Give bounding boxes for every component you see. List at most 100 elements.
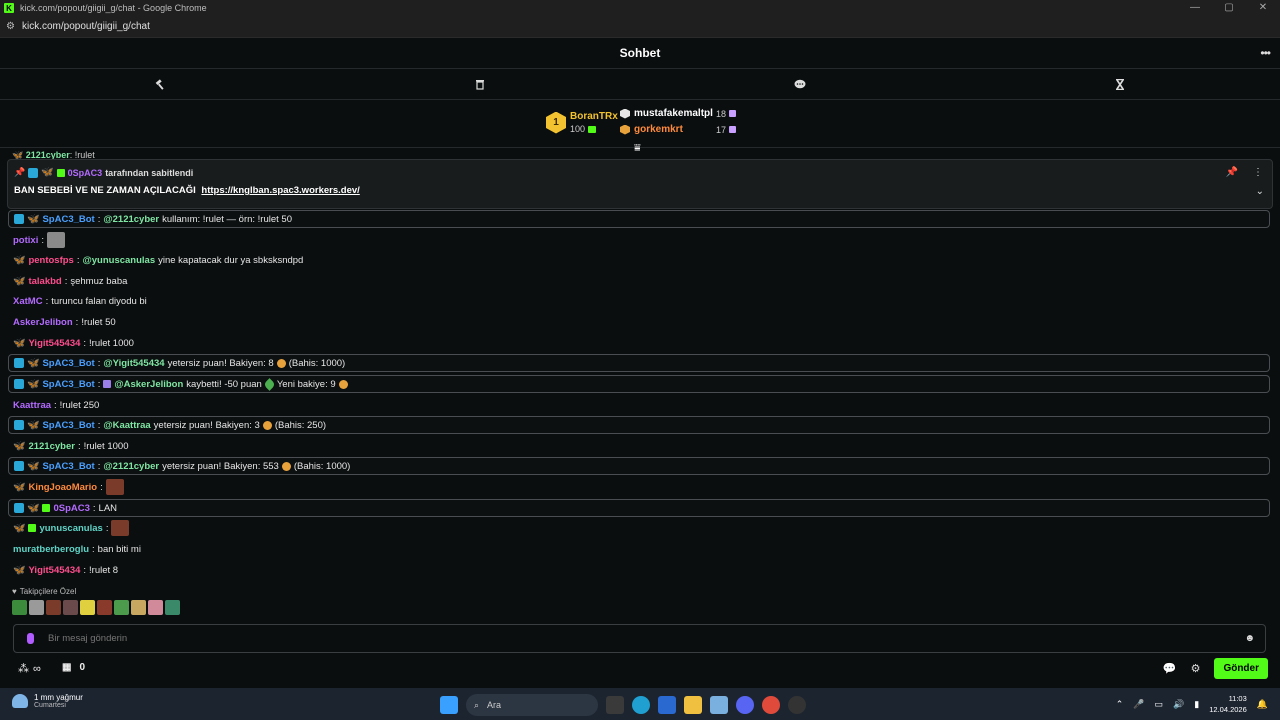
windows-start-icon[interactable] <box>440 696 458 714</box>
message-user[interactable]: Kaattraa <box>13 400 51 411</box>
chat-message[interactable]: potixi: <box>8 231 1270 249</box>
file-explorer-icon[interactable] <box>684 696 702 714</box>
emote-icon[interactable] <box>165 600 180 615</box>
chat-message[interactable]: AskerJelibon: !rulet 50 <box>8 313 1270 331</box>
trash-button[interactable] <box>320 69 640 99</box>
hammer-button[interactable] <box>0 69 320 99</box>
send-button[interactable]: Gönder <box>1214 658 1268 679</box>
chrome-icon[interactable] <box>762 696 780 714</box>
message-user[interactable]: potixi <box>13 235 38 246</box>
notification-icon[interactable]: 🔔 <box>1257 699 1268 710</box>
chat-message[interactable]: 🦋 Yigit545434: !rulet 1000 <box>8 334 1270 352</box>
message-mention[interactable]: @Kaattraa <box>103 420 150 431</box>
close-button[interactable]: ✕ <box>1246 0 1280 16</box>
microphone-tray-icon[interactable]: 🎤 <box>1133 699 1144 710</box>
chat-message[interactable]: muratberberoglu: ban biti mi <box>8 540 1270 558</box>
message-user[interactable]: SpAC3_Bot <box>42 461 94 472</box>
message-user[interactable]: SpAC3_Bot <box>42 214 94 225</box>
chat-message[interactable]: Kaattraa: !rulet 250 <box>8 396 1270 414</box>
maximize-button[interactable]: ▢ <box>1212 0 1246 16</box>
message-input-box[interactable]: ☻ <box>13 624 1266 653</box>
message-user[interactable]: SpAC3_Bot <box>42 358 94 369</box>
store-indicator[interactable]: ▦ 0 <box>62 662 85 673</box>
microphone-icon[interactable] <box>27 633 34 644</box>
message-mention[interactable]: @2121cyber <box>103 214 159 225</box>
task-view-icon[interactable] <box>606 696 624 714</box>
chat-settings-icon[interactable]: 💬 <box>1163 662 1177 675</box>
message-user[interactable]: 2121cyber <box>28 441 74 452</box>
unpin-icon[interactable]: 📌 <box>1226 167 1238 178</box>
chat-message[interactable]: XatMC: turuncu falan diyodu bi <box>8 292 1270 310</box>
more-horizontal-icon[interactable]: ••• <box>1260 46 1271 60</box>
settings-app-icon[interactable] <box>710 696 728 714</box>
emote-icon[interactable] <box>114 600 129 615</box>
chat-message[interactable]: 🦋 0SpAC3: LAN <box>8 499 1270 517</box>
message-mention[interactable]: @yunuscanulas <box>82 255 155 266</box>
message-user[interactable]: Yigit545434 <box>28 338 80 349</box>
network-icon[interactable]: ▭ <box>1155 699 1164 710</box>
pinned-link[interactable]: https://knglban.spac3.workers.dev/ <box>201 185 359 196</box>
leaderboard-second[interactable]: mustafakemaltpl 18 <box>620 108 736 119</box>
volume-icon[interactable]: 🔊 <box>1173 699 1184 710</box>
pinned-message[interactable]: 📌 🦋 0SpAC3 tarafından sabitlendi BAN SEB… <box>7 159 1273 209</box>
message-mention[interactable]: @2121cyber <box>103 461 159 472</box>
emote-icon[interactable] <box>63 600 78 615</box>
discord-icon[interactable] <box>736 696 754 714</box>
chat-bubble-button[interactable] <box>640 69 960 99</box>
emote-icon[interactable] <box>46 600 61 615</box>
hourglass-button[interactable] <box>960 69 1280 99</box>
message-user[interactable]: 0SpAC3 <box>53 503 89 514</box>
emote-icon[interactable] <box>29 600 44 615</box>
chat-message[interactable]: 🦋 SpAC3_Bot: @Yigit545434 yetersiz puan!… <box>8 354 1270 372</box>
emote-icon[interactable] <box>80 600 95 615</box>
emote-icon[interactable] <box>131 600 146 615</box>
edge-browser-icon[interactable] <box>632 696 650 714</box>
chat-message[interactable]: 🦋 SpAC3_Bot: @AskerJelibon kaybetti! -50… <box>8 375 1270 393</box>
chat-message[interactable]: 🦋 Yigit545434: !rulet 8 <box>8 561 1270 579</box>
message-user[interactable]: SpAC3_Bot <box>42 379 94 390</box>
message-input[interactable] <box>48 633 1245 644</box>
scroll-down-icon[interactable]: ⩸ <box>634 142 641 155</box>
message-user[interactable]: pentosfps <box>28 255 73 266</box>
message-user[interactable]: SpAC3_Bot <box>42 420 94 431</box>
emoji-icon[interactable]: ☻ <box>1244 633 1255 644</box>
chevron-down-icon[interactable]: ⌄ <box>1256 186 1264 197</box>
leaderboard-third[interactable]: gorkemkrt 17 <box>620 124 736 135</box>
pinned-by-user[interactable]: 0SpAC3 <box>68 168 103 178</box>
message-user[interactable]: Yigit545434 <box>28 565 80 576</box>
chat-message[interactable]: 🦋 KingJoaoMario: <box>8 478 1270 496</box>
weather-widget[interactable]: 1 mm yağmur Cumartesi <box>12 693 83 709</box>
chevron-up-icon[interactable]: ⌃ <box>1116 699 1124 710</box>
site-settings-icon[interactable]: ⚙ <box>6 21 16 32</box>
message-user[interactable]: talakbd <box>28 276 61 287</box>
chat-message[interactable]: 🦋 yunuscanulas: <box>8 519 1270 537</box>
more-vertical-icon[interactable]: ⋮ <box>1253 167 1263 178</box>
points-indicator[interactable]: ⁂ ∞ <box>18 662 41 676</box>
leaderboard-first[interactable]: 1 BoranTRx 100 <box>546 111 618 134</box>
chat-message[interactable]: 🦋 talakbd: şehmuz baba <box>8 272 1270 290</box>
battery-icon[interactable]: ▮ <box>1194 699 1199 710</box>
message-user[interactable]: KingJoaoMario <box>28 482 97 493</box>
chat-message[interactable]: 🦋 SpAC3_Bot: @Kaattraa yetersiz puan! Ba… <box>8 416 1270 434</box>
message-user[interactable]: AskerJelibon <box>13 317 73 328</box>
chat-message[interactable]: 🦋 SpAC3_Bot: @2121cyber kullanım: !rulet… <box>8 210 1270 228</box>
emote-icon[interactable] <box>148 600 163 615</box>
app-icon[interactable] <box>788 696 806 714</box>
gear-icon[interactable]: ⚙ <box>1191 662 1201 675</box>
minimize-button[interactable]: — <box>1178 0 1212 16</box>
store-app-icon[interactable] <box>658 696 676 714</box>
message-mention[interactable]: @Yigit545434 <box>103 358 164 369</box>
url-text[interactable]: kick.com/popout/giigii_g/chat <box>22 21 150 32</box>
message-user[interactable]: yunuscanulas <box>39 523 102 534</box>
emote-icon[interactable] <box>97 600 112 615</box>
chat-message[interactable]: 🦋 SpAC3_Bot: @2121cyber yetersiz puan! B… <box>8 457 1270 475</box>
address-bar[interactable]: ⚙ kick.com/popout/giigii_g/chat <box>0 16 1280 38</box>
message-user[interactable]: XatMC <box>13 296 43 307</box>
chat-message[interactable]: 🦋 2121cyber: !rulet 1000 <box>8 437 1270 455</box>
taskbar-search[interactable]: ⌕ Ara <box>466 694 598 716</box>
message-user[interactable]: muratberberoglu <box>13 544 89 555</box>
message-mention[interactable]: @AskerJelibon <box>114 379 183 390</box>
chat-message[interactable]: 🦋 pentosfps: @yunuscanulas yine kapataca… <box>8 251 1270 269</box>
clock[interactable]: 11:03 12.04.2026 <box>1209 693 1247 715</box>
emote-icon[interactable] <box>12 600 27 615</box>
